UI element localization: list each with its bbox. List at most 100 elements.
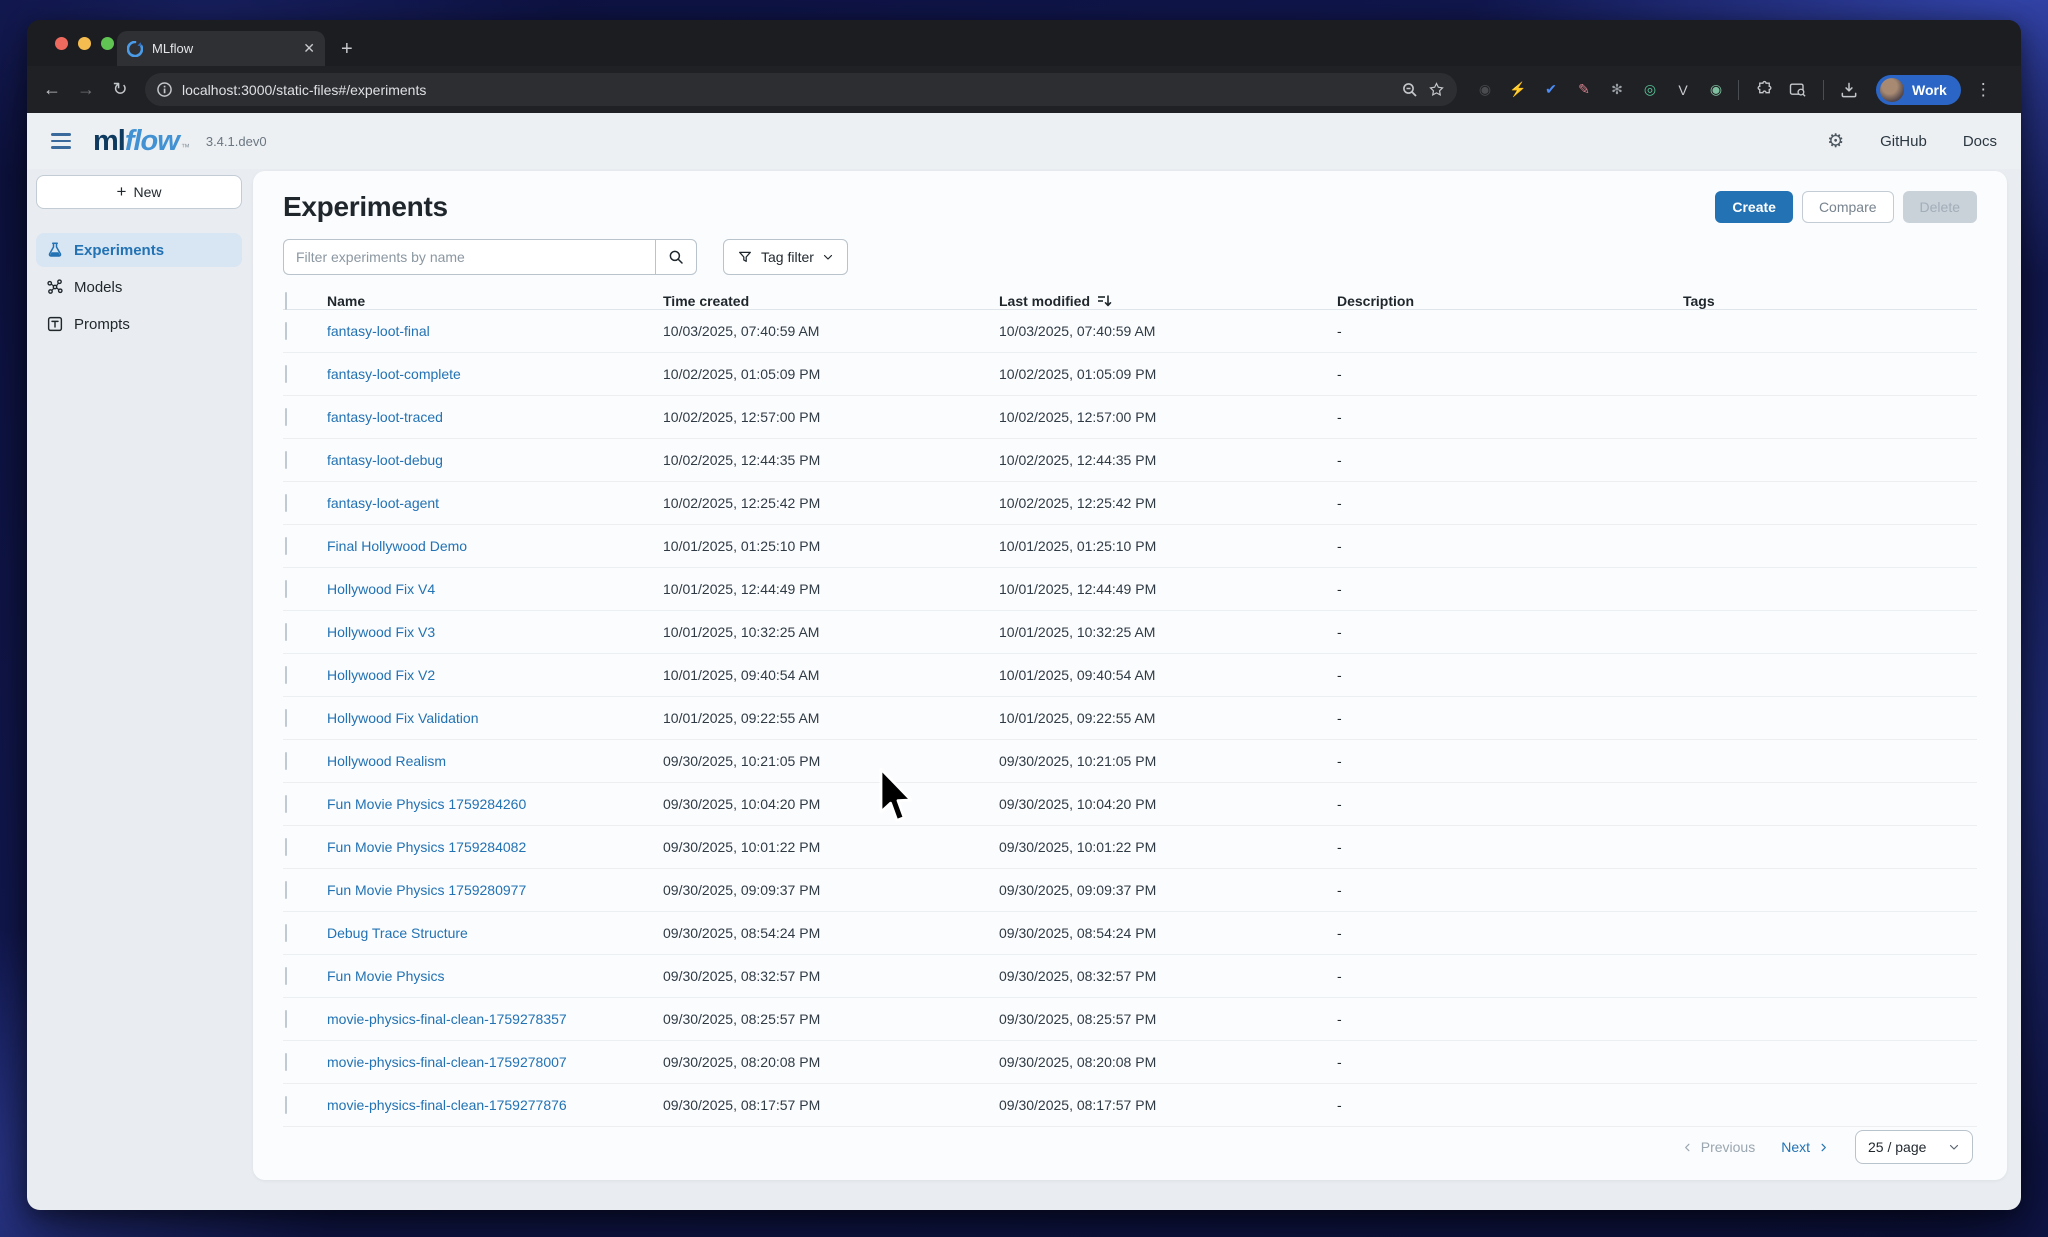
row-checkbox[interactable] (285, 408, 287, 426)
experiment-name-link[interactable]: Hollywood Fix V3 (327, 624, 435, 640)
experiment-name-link[interactable]: Fun Movie Physics 1759280977 (327, 882, 526, 898)
select-all-checkbox[interactable] (285, 292, 287, 310)
experiment-name-link[interactable]: fantasy-loot-complete (327, 366, 461, 382)
sidebar-item-experiments[interactable]: Experiments (36, 233, 242, 267)
zoom-page-icon[interactable] (1402, 82, 1418, 98)
atom-extension-icon[interactable]: ✻ (1605, 78, 1629, 102)
table-row[interactable]: fantasy-loot-agent 10/02/2025, 12:25:42 … (283, 482, 1977, 525)
experiment-name-link[interactable]: Fun Movie Physics 1759284082 (327, 839, 526, 855)
table-row[interactable]: fantasy-loot-final 10/03/2025, 07:40:59 … (283, 310, 1977, 353)
back-icon[interactable]: ← (37, 75, 67, 105)
table-row[interactable]: Debug Trace Structure 09/30/2025, 08:54:… (283, 912, 1977, 955)
sidebar-item-models[interactable]: Models (36, 270, 242, 304)
github-link[interactable]: GitHub (1880, 133, 1927, 150)
maximize-window-button[interactable] (101, 37, 114, 50)
tag-filter-button[interactable]: Tag filter (723, 239, 848, 275)
row-checkbox[interactable] (285, 666, 287, 684)
sidebar-item-prompts[interactable]: Prompts (36, 307, 242, 341)
experiment-name-link[interactable]: movie-physics-final-clean-1759278357 (327, 1011, 567, 1027)
docs-link[interactable]: Docs (1963, 133, 1997, 150)
row-checkbox[interactable] (285, 709, 287, 727)
new-tab-button[interactable]: + (341, 39, 353, 59)
row-checkbox[interactable] (285, 752, 287, 770)
browser-menu-icon[interactable]: ⋮ (1975, 80, 1993, 100)
reload-icon[interactable]: ↻ (105, 75, 135, 105)
table-row[interactable]: Hollywood Fix V4 10/01/2025, 12:44:49 PM… (283, 568, 1977, 611)
row-checkbox[interactable] (285, 838, 287, 856)
table-row[interactable]: movie-physics-final-clean-1759278007 09/… (283, 1041, 1977, 1084)
downloads-icon[interactable] (1834, 75, 1864, 105)
create-button[interactable]: Create (1715, 191, 1793, 223)
row-checkbox[interactable] (285, 1096, 287, 1114)
row-checkbox[interactable] (285, 580, 287, 598)
row-checkbox[interactable] (285, 967, 287, 985)
tab-close-icon[interactable]: ✕ (303, 40, 315, 57)
row-checkbox[interactable] (285, 881, 287, 899)
close-window-button[interactable] (55, 37, 68, 50)
row-checkbox[interactable] (285, 365, 287, 383)
v-extension-icon[interactable]: V (1671, 78, 1695, 102)
globe-extension-icon[interactable]: ◉ (1704, 78, 1728, 102)
previous-page-button[interactable]: Previous (1682, 1139, 1755, 1155)
column-header-time-created[interactable]: Time created (663, 293, 999, 309)
browser-profile-button[interactable]: Work (1876, 75, 1961, 105)
table-row[interactable]: Fun Movie Physics 09/30/2025, 08:32:57 P… (283, 955, 1977, 998)
experiment-name-link[interactable]: Hollywood Fix Validation (327, 710, 478, 726)
address-bar[interactable]: localhost:3000/static-files#/experiments (145, 73, 1457, 106)
gear-icon[interactable]: ⚙ (1827, 130, 1844, 153)
row-checkbox[interactable] (285, 494, 287, 512)
knob-extension-icon[interactable]: ◉ (1473, 78, 1497, 102)
check-extension-icon[interactable]: ✔ (1539, 78, 1563, 102)
table-row[interactable]: fantasy-loot-debug 10/02/2025, 12:44:35 … (283, 439, 1977, 482)
row-checkbox[interactable] (285, 623, 287, 641)
search-input[interactable] (283, 239, 655, 275)
experiment-name-link[interactable]: movie-physics-final-clean-1759278007 (327, 1054, 567, 1070)
table-row[interactable]: movie-physics-final-clean-1759278357 09/… (283, 998, 1977, 1041)
search-button[interactable] (655, 239, 697, 275)
table-row[interactable]: Hollywood Fix V2 10/01/2025, 09:40:54 AM… (283, 654, 1977, 697)
experiment-name-link[interactable]: fantasy-loot-agent (327, 495, 439, 511)
row-checkbox[interactable] (285, 537, 287, 555)
experiment-name-link[interactable]: fantasy-loot-debug (327, 452, 443, 468)
mlflow-logo[interactable]: mlflow™ (93, 125, 190, 158)
browser-tab-mlflow[interactable]: MLflow ✕ (117, 31, 325, 66)
row-checkbox[interactable] (285, 924, 287, 942)
site-info-icon[interactable] (157, 82, 172, 97)
delete-button[interactable]: Delete (1903, 191, 1977, 223)
table-row[interactable]: Fun Movie Physics 1759284082 09/30/2025,… (283, 826, 1977, 869)
pen-extension-icon[interactable]: ✎ (1572, 78, 1596, 102)
experiment-name-link[interactable]: Final Hollywood Demo (327, 538, 467, 554)
experiment-name-link[interactable]: movie-physics-final-clean-1759277876 (327, 1097, 567, 1113)
column-header-last-modified[interactable]: Last modified (999, 293, 1337, 309)
table-row[interactable]: Final Hollywood Demo 10/01/2025, 01:25:1… (283, 525, 1977, 568)
experiment-name-link[interactable]: fantasy-loot-traced (327, 409, 443, 425)
table-row[interactable]: fantasy-loot-complete 10/02/2025, 01:05:… (283, 353, 1977, 396)
puzzle-extensions-icon[interactable] (1749, 75, 1779, 105)
column-header-description[interactable]: Description (1337, 293, 1683, 309)
experiment-name-link[interactable]: fantasy-loot-final (327, 323, 430, 339)
compare-button[interactable]: Compare (1802, 191, 1894, 223)
row-checkbox[interactable] (285, 322, 287, 340)
experiment-name-link[interactable]: Hollywood Realism (327, 753, 446, 769)
new-button[interactable]: + New (36, 175, 242, 209)
experiment-name-link[interactable]: Debug Trace Structure (327, 925, 468, 941)
target-extension-icon[interactable]: ◎ (1638, 78, 1662, 102)
tab-search-icon[interactable] (1783, 75, 1813, 105)
minimize-window-button[interactable] (78, 37, 91, 50)
table-row[interactable]: Fun Movie Physics 1759280977 09/30/2025,… (283, 869, 1977, 912)
table-row[interactable]: fantasy-loot-traced 10/02/2025, 12:57:00… (283, 396, 1977, 439)
next-page-button[interactable]: Next (1781, 1139, 1829, 1155)
row-checkbox[interactable] (285, 795, 287, 813)
experiment-name-link[interactable]: Fun Movie Physics 1759284260 (327, 796, 526, 812)
row-checkbox[interactable] (285, 1053, 287, 1071)
table-row[interactable]: Hollywood Fix V3 10/01/2025, 10:32:25 AM… (283, 611, 1977, 654)
column-header-name[interactable]: Name (327, 293, 663, 309)
lightning-extension-icon[interactable]: ⚡ (1506, 78, 1530, 102)
row-checkbox[interactable] (285, 1010, 287, 1028)
table-row[interactable]: Fun Movie Physics 1759284260 09/30/2025,… (283, 783, 1977, 826)
row-checkbox[interactable] (285, 451, 287, 469)
bookmark-star-icon[interactable] (1428, 81, 1445, 98)
experiment-name-link[interactable]: Fun Movie Physics (327, 968, 444, 984)
column-header-tags[interactable]: Tags (1683, 293, 1977, 309)
experiment-name-link[interactable]: Hollywood Fix V2 (327, 667, 435, 683)
